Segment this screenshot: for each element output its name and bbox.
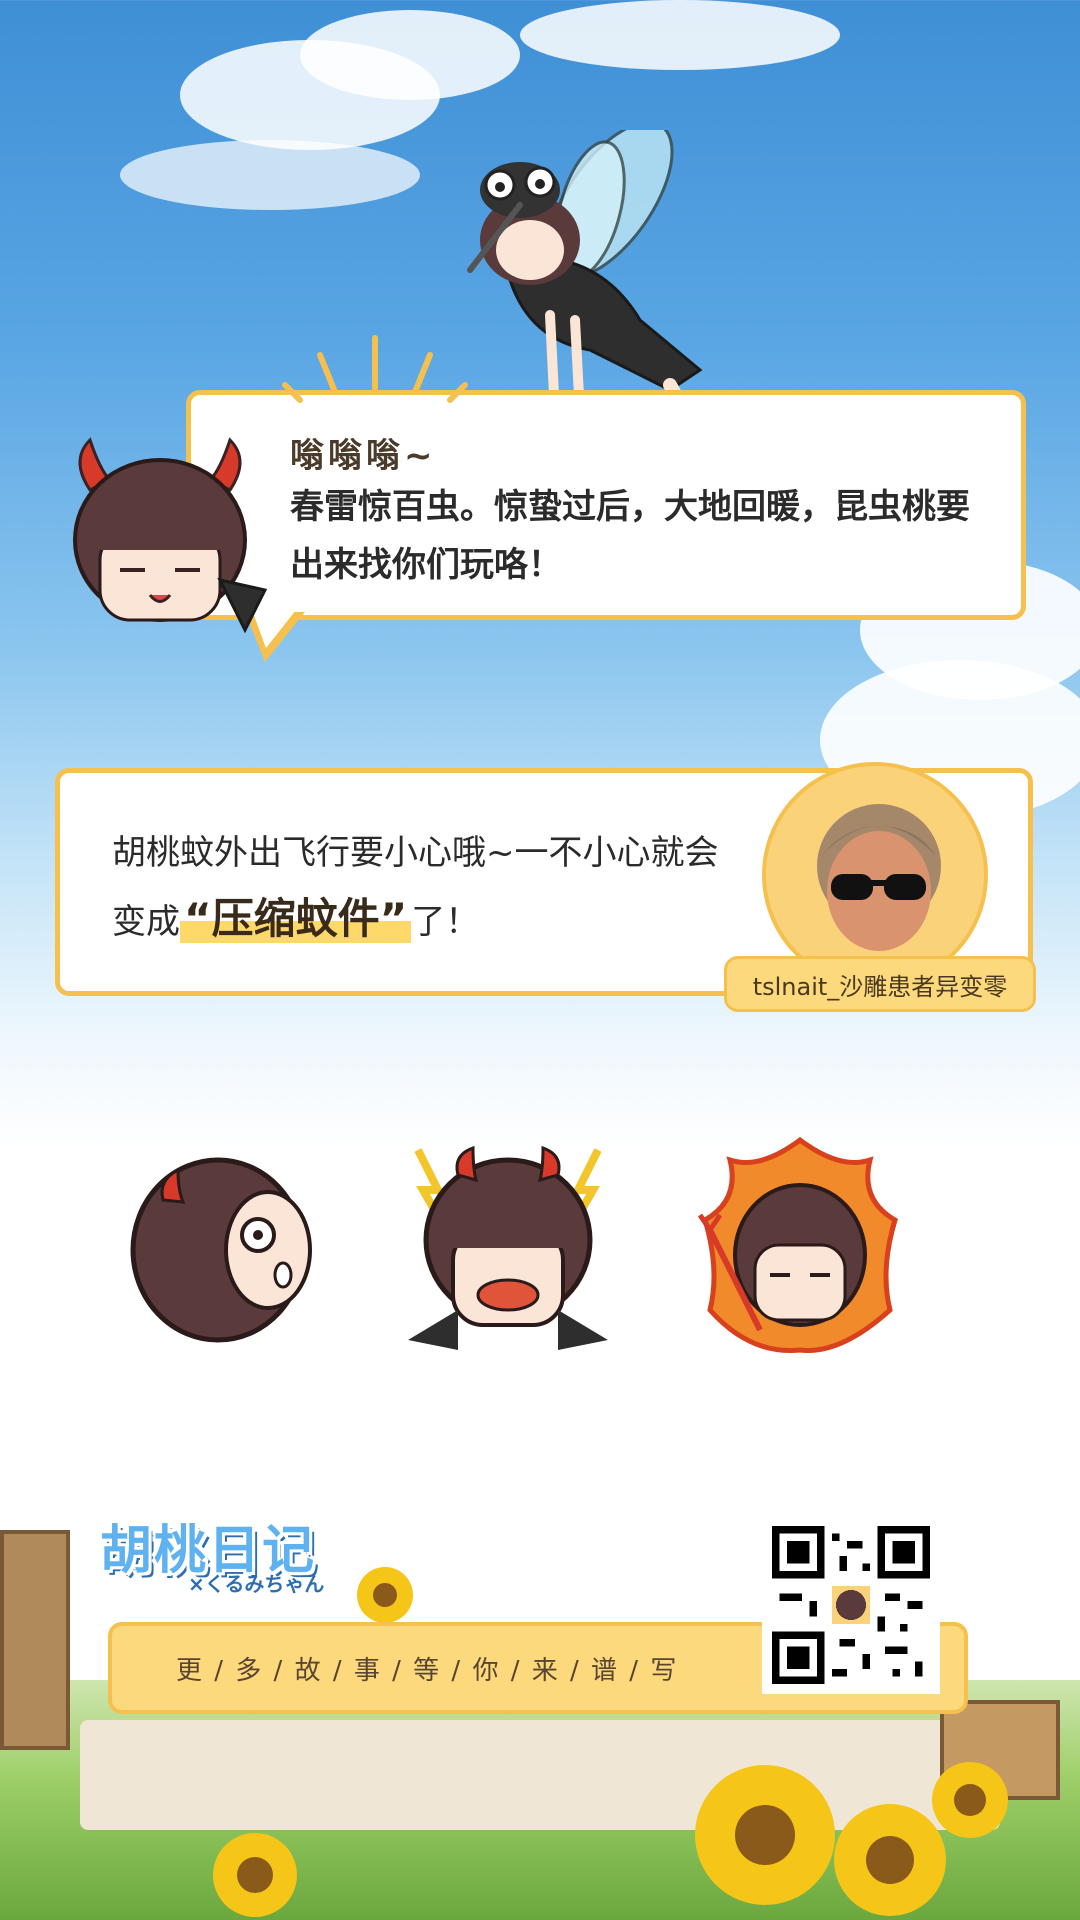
qr-pattern — [772, 1526, 930, 1684]
sunflower-icon — [357, 1567, 413, 1623]
peeking-devil-sticker — [130, 1157, 312, 1343]
bubble-text: 春雷惊百虫。惊蛰过后，大地回暖，昆虫桃要出来找你们玩咯！ — [290, 487, 970, 585]
more-stories-text: 更 / 多 / 故 / 事 / 等 / 你 / 来 / 谱 / 写 — [176, 1655, 679, 1686]
fire-devil-sticker — [697, 1136, 898, 1353]
bubble2-text-b: 了！ — [411, 902, 480, 942]
sunflower-icon — [932, 1762, 1008, 1838]
cloud — [520, 0, 840, 70]
cloud — [300, 10, 520, 100]
bubble2-text: 胡桃蚊外出飞行要小心哦~一不小心就会变成“压缩蚊件” 了！ — [112, 820, 732, 955]
sunflower-icon — [213, 1833, 297, 1917]
qr-code-icon[interactable] — [762, 1516, 940, 1694]
avatar-illustration — [806, 804, 956, 984]
user-avatar — [762, 762, 988, 988]
highlight-text: “压缩蚊件” — [180, 894, 412, 943]
wooden-fence — [0, 1530, 70, 1750]
sound-burst-icon — [282, 335, 468, 403]
sunflower-icon — [695, 1765, 835, 1905]
bubble-heading: 嗡嗡嗡~ — [290, 436, 437, 476]
angry-devil-sticker — [408, 1145, 608, 1350]
username-tag: tslnait_沙雕患者异变零 — [724, 956, 1036, 1012]
cloud — [120, 140, 420, 210]
logo-subtitle: ×くるみちゃん — [188, 1572, 325, 1596]
devil-girl-avatar — [73, 437, 268, 634]
